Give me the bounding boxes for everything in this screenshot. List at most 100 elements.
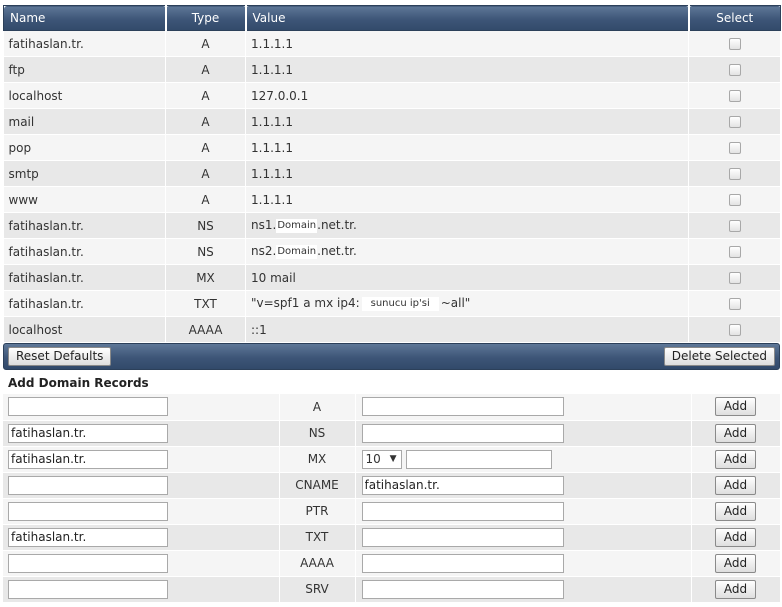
record-type-label: A (279, 394, 356, 421)
record-value-input[interactable] (361, 423, 564, 443)
record-select-checkbox[interactable] (728, 194, 741, 206)
value-prefix: ns2. (251, 244, 277, 259)
record-type-label: SRV (279, 576, 356, 603)
add-record-button[interactable]: Add (714, 397, 757, 417)
add-records-table: A Add NS Add MX 10 ▼ Add CNAME Add (3, 394, 781, 603)
record-type: A (165, 56, 246, 83)
record-value: 1.1.1.1 (245, 108, 689, 135)
record-name: pop (3, 134, 166, 161)
record-select-checkbox[interactable] (728, 64, 741, 76)
record-row: fatihaslan.tr. TXT "v=spf1 a mx ip4: sunu… (3, 290, 781, 317)
record-value: 1.1.1.1 (245, 186, 689, 213)
record-type: A (165, 30, 246, 57)
record-value: 127.0.0.1 (245, 82, 689, 109)
value-prefix: "v=spf1 a mx ip4: (251, 296, 360, 311)
record-name-input[interactable] (8, 423, 168, 443)
record-name: fatihaslan.tr. (3, 290, 166, 317)
add-row-a: A Add (3, 394, 781, 421)
record-name-input[interactable] (8, 501, 168, 521)
record-value-input[interactable] (361, 527, 564, 547)
record-value: 1.1.1.1 (245, 134, 689, 161)
record-name-input[interactable] (8, 449, 168, 469)
mx-priority-select[interactable]: 10 ▼ (361, 449, 402, 469)
add-record-button[interactable]: Add (714, 449, 757, 469)
record-name: localhost (3, 316, 166, 343)
delete-selected-button[interactable]: Delete Selected (663, 347, 775, 366)
add-row-txt: TXT Add (3, 524, 781, 551)
record-select-checkbox[interactable] (728, 90, 741, 102)
add-record-button[interactable]: Add (714, 475, 757, 495)
chevron-down-icon: ▼ (389, 453, 397, 464)
record-name: localhost (3, 82, 166, 109)
add-row-srv: SRV Add (3, 576, 781, 603)
record-row: fatihaslan.tr. NS ns2.Domain.net.tr. (3, 238, 781, 265)
record-name: fatihaslan.tr. (3, 238, 166, 265)
record-value: ns2.Domain.net.tr. (245, 238, 689, 265)
record-name: fatihaslan.tr. (3, 212, 166, 239)
record-name: fatihaslan.tr. (3, 264, 166, 291)
record-value: 10 mail (245, 264, 689, 291)
record-value-input[interactable] (361, 501, 564, 521)
record-select-checkbox[interactable] (728, 220, 741, 232)
records-header-row: Name Type Value Select (3, 5, 781, 31)
record-value-input[interactable] (361, 475, 564, 495)
record-type: A (165, 186, 246, 213)
record-row: localhost AAAA ::1 (3, 316, 781, 343)
header-select: Select (688, 5, 781, 31)
record-type: A (165, 108, 246, 135)
record-select-checkbox[interactable] (728, 142, 741, 154)
record-row: www A 1.1.1.1 (3, 186, 781, 213)
value-suffix: ~all" (440, 296, 471, 311)
record-value: ::1 (245, 316, 689, 343)
add-record-button[interactable]: Add (714, 423, 757, 443)
record-name-input[interactable] (8, 397, 168, 417)
record-row: pop A 1.1.1.1 (3, 134, 781, 161)
record-row: mail A 1.1.1.1 (3, 108, 781, 135)
record-name: ftp (3, 56, 166, 83)
record-select-checkbox[interactable] (728, 246, 741, 258)
record-select-checkbox[interactable] (728, 272, 741, 284)
add-row-cname: CNAME Add (3, 472, 781, 499)
record-value-input[interactable] (361, 579, 564, 599)
record-select-checkbox[interactable] (728, 38, 741, 50)
header-value[interactable]: Value (245, 5, 690, 31)
record-select-checkbox[interactable] (728, 168, 741, 180)
add-row-ptr: PTR Add (3, 498, 781, 525)
record-select-checkbox[interactable] (728, 298, 741, 310)
header-type[interactable]: Type (165, 5, 247, 31)
value-suffix: .net.tr. (317, 218, 357, 233)
record-row: ftp A 1.1.1.1 (3, 56, 781, 83)
record-type: MX (165, 264, 246, 291)
record-value-input[interactable] (405, 449, 552, 469)
add-record-button[interactable]: Add (714, 527, 757, 547)
value-prefix: ns1. (251, 218, 277, 233)
record-select-checkbox[interactable] (728, 116, 741, 128)
add-record-button[interactable]: Add (714, 553, 757, 573)
mx-priority-value: 10 (365, 451, 381, 466)
header-name[interactable]: Name (3, 5, 167, 31)
record-type: A (165, 82, 246, 109)
value-suffix: .net.tr. (317, 244, 357, 259)
record-type: A (165, 134, 246, 161)
record-name-input[interactable] (8, 527, 168, 547)
add-row-ns: NS Add (3, 420, 781, 447)
record-type-label: PTR (279, 498, 356, 525)
record-row: fatihaslan.tr. A 1.1.1.1 (3, 30, 781, 57)
add-record-button[interactable]: Add (714, 501, 757, 521)
dns-zone-editor: Name Type Value Select fatihaslan.tr. A … (0, 0, 782, 607)
action-bar: Reset Defaults Delete Selected (3, 343, 780, 370)
record-value-input[interactable] (361, 397, 564, 417)
record-type-label: CNAME (279, 472, 356, 499)
record-row: smtp A 1.1.1.1 (3, 160, 781, 187)
record-value-input[interactable] (361, 553, 564, 573)
records-table: Name Type Value Select fatihaslan.tr. A … (3, 5, 781, 343)
add-record-button[interactable]: Add (714, 579, 757, 599)
record-name-input[interactable] (8, 553, 168, 573)
record-name-input[interactable] (8, 475, 168, 495)
record-type-label: NS (279, 420, 356, 447)
record-name-input[interactable] (8, 579, 168, 599)
redacted-ip-chip: sunucu ip'si (361, 296, 439, 311)
record-select-checkbox[interactable] (728, 324, 741, 336)
record-value: "v=spf1 a mx ip4: sunucu ip'si ~all" (245, 290, 689, 317)
reset-defaults-button[interactable]: Reset Defaults (8, 347, 112, 366)
